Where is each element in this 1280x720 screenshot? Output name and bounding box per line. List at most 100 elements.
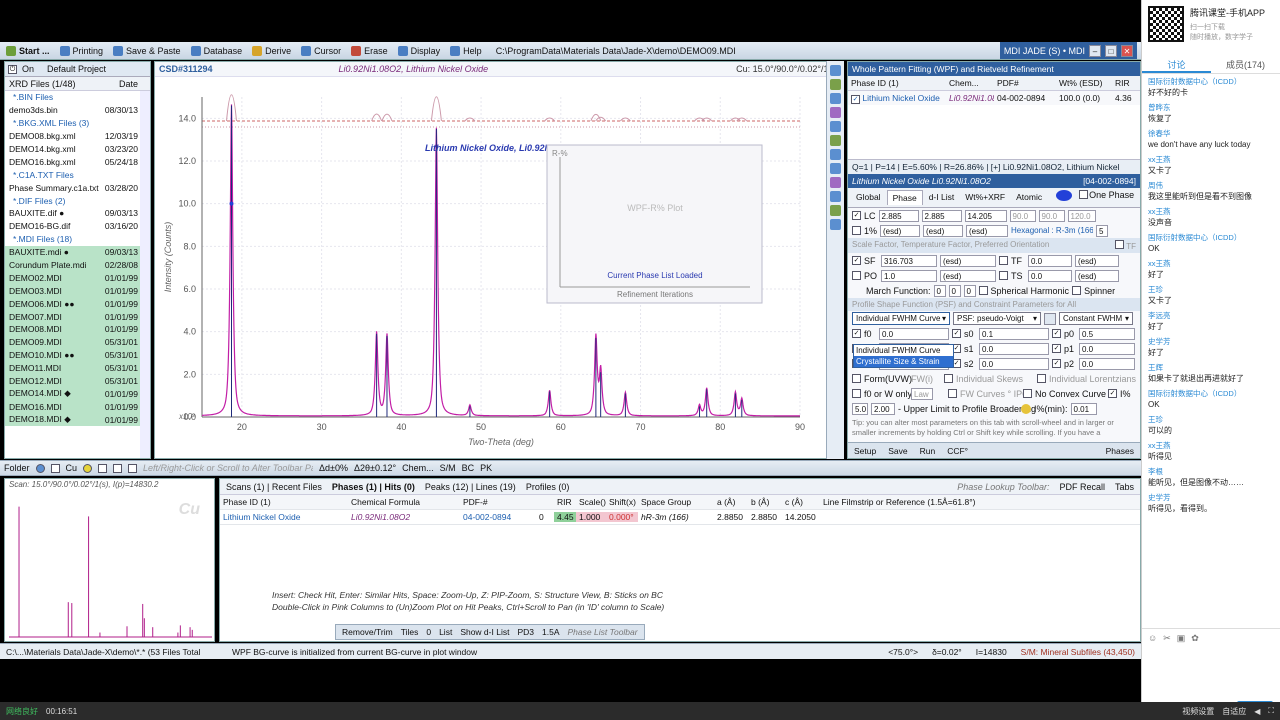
file-row[interactable]: DEMO06.MDI ●● 01/01/99 (5, 297, 150, 311)
param-field[interactable]: 0.0 (979, 342, 1049, 355)
ts-checkbox[interactable] (999, 271, 1008, 280)
tabs-button[interactable]: Tabs (1115, 482, 1134, 492)
folder-button[interactable]: Folder (4, 463, 30, 473)
close-button[interactable]: ✕ (1121, 45, 1133, 57)
chat-author[interactable]: xx王燕 (1148, 154, 1274, 165)
constant-fwhm-dropdown[interactable]: Constant FWHM ▾ (1059, 312, 1133, 325)
chat-author[interactable]: xx王燕 (1148, 258, 1274, 269)
param-field[interactable]: 0.0 (1079, 357, 1135, 370)
chat-author[interactable]: xx王燕 (1148, 440, 1274, 451)
col-pdf[interactable]: PDF# (994, 78, 1056, 88)
file-row[interactable]: BAUXITE.mdi ● 09/03/13 (5, 245, 150, 259)
phase-col-header[interactable]: Phase ID (1) (220, 497, 348, 507)
lorentz-checkbox[interactable] (1036, 374, 1046, 383)
sf-checkbox[interactable]: ✓ (852, 256, 861, 265)
tool-icon[interactable] (830, 205, 841, 216)
phase-col-header[interactable]: Chemical Formula (348, 497, 460, 507)
tool-icon[interactable] (830, 163, 841, 174)
param-checkbox[interactable]: ✓ (1052, 359, 1061, 368)
ts-field[interactable]: 0.0 (1028, 269, 1072, 282)
file-row[interactable]: DEMO14.MDI ◆ 01/01/99 (5, 387, 150, 401)
tab-scans[interactable]: Scans (1) | Recent Files (226, 482, 322, 492)
menu-save-paste[interactable]: Save & Paste (111, 43, 187, 58)
file-group[interactable]: .BIN Files (5, 91, 150, 104)
filter-icon[interactable] (50, 463, 60, 473)
tool-icon[interactable] (830, 177, 841, 188)
menu-display[interactable]: Display (396, 43, 447, 58)
col-rir[interactable]: RIR (1112, 78, 1138, 88)
delta-2theta-control[interactable]: Δ2θ±0.12° (354, 463, 396, 473)
file-row[interactable]: DEMO08.MDI 01/01/99 (5, 323, 150, 336)
menu-derive[interactable]: Derive (250, 43, 297, 58)
grid-icon[interactable] (98, 463, 108, 473)
col-files[interactable]: XRD Files (1/48) (9, 79, 76, 89)
lc-beta-field[interactable]: 90.0 (1038, 209, 1065, 222)
remove-trim-button[interactable]: Remove/Trim (342, 627, 393, 637)
xrd-plot[interactable]: 20 30 40 50 60 70 80 900.02.04.06.08.010.012.01… (155, 77, 844, 459)
phase-col-header[interactable]: c (Å) (782, 497, 820, 507)
option-crystallite-size[interactable]: Crystallite Size & Strain (854, 356, 953, 367)
tab-wtxrf[interactable]: Wt%+XRF (960, 190, 1010, 205)
file-row[interactable]: DEMO18.MDI ◆ 01/01/99 (5, 413, 150, 427)
tab-phases[interactable]: Phases (1) | Hits (0) (332, 482, 415, 492)
tf-checkbox[interactable] (1115, 240, 1125, 249)
option-individual-fwhm[interactable]: Individual FWHM Curve (854, 345, 953, 356)
refresh-icon[interactable] (35, 463, 45, 473)
tool-icon[interactable] (830, 93, 841, 104)
emoji-icon[interactable]: ☺ (1148, 633, 1157, 644)
lc-alpha-field[interactable]: 90.0 (1009, 209, 1036, 222)
bc-button[interactable]: BC (462, 463, 475, 473)
lamp-icon[interactable] (83, 463, 93, 473)
phase-col-header[interactable]: Line Filmstrip or Reference (1.5Å=61.8°) (820, 497, 1108, 507)
file-row[interactable]: BAUXITE.dif ● 09/03/13 (5, 207, 150, 220)
lc-checkbox[interactable]: ✓ (852, 211, 861, 220)
minimize-button[interactable]: – (1089, 45, 1101, 57)
file-row[interactable]: DEMO16.bkg.xml 05/24/18 (5, 155, 150, 168)
cu-button[interactable]: Cu (66, 463, 78, 473)
tab-members[interactable]: 成员(174) (1211, 56, 1280, 73)
tab-discussion[interactable]: 讨论 (1142, 56, 1211, 73)
space-group-label[interactable]: Hexagonal : R-3m (166) ● 1/... (1011, 226, 1093, 235)
fwcurves-checkbox[interactable] (948, 389, 957, 398)
lock-icon[interactable] (1021, 403, 1031, 414)
file-row[interactable]: DEMO09.MDI 05/31/01 (5, 335, 150, 349)
phase-table-row[interactable]: Lithium Nickel Oxide Li0.92Ni1.08O2 04-002… (220, 510, 1140, 525)
chat-author[interactable]: 李根 (1148, 466, 1274, 477)
phase-col-header[interactable]: RIR (554, 497, 576, 507)
chat-author[interactable]: 史学芳 (1148, 336, 1274, 347)
grid-icon[interactable] (113, 463, 123, 473)
chat-author[interactable]: 国际衍射数据中心（ICDD） (1148, 388, 1274, 399)
file-row[interactable]: Phase Summary.c1a.txt 03/28/20 (5, 181, 150, 194)
fullscreen-icon[interactable]: ⛶ (1268, 706, 1274, 716)
video-settings-button[interactable]: 视频设置 (1182, 706, 1214, 717)
phase-col-header[interactable]: a (Å) (714, 497, 748, 507)
file-group[interactable]: .DIF Files (2) (5, 194, 150, 207)
pd3-button[interactable]: PD3 (517, 627, 534, 637)
run-button[interactable]: Run (920, 446, 936, 456)
tf-field[interactable]: 0.0 (1028, 254, 1072, 267)
info-icon[interactable] (830, 219, 841, 230)
lock-icon[interactable] (1044, 312, 1056, 325)
maximize-button[interactable]: □ (1105, 45, 1117, 57)
tab-profiles[interactable]: Profiles (0) (526, 482, 570, 492)
file-row[interactable]: DEMO07.MDI 01/01/99 (5, 310, 150, 324)
file-group[interactable]: .MDI Files (18) (5, 233, 150, 246)
file-group[interactable]: .BKG.XML Files (3) (5, 117, 150, 130)
tab-peaks[interactable]: Peaks (12) | Lines (19) (425, 482, 516, 492)
file-row[interactable]: DEMO03.MDI 01/01/99 (5, 284, 150, 298)
po-checkbox[interactable] (852, 271, 861, 280)
col-chem[interactable]: Chem... (946, 78, 994, 88)
sm-button[interactable]: S/M (440, 463, 456, 473)
tab-phase[interactable]: Phase (886, 190, 923, 205)
chat-author[interactable]: 王珍 (1148, 414, 1274, 425)
delta-d-control[interactable]: Δd±0% (319, 463, 348, 473)
file-row[interactable]: DEMO16-BG.dif 03/16/20 (5, 220, 150, 233)
file-row[interactable]: DEMO16.MDI 01/01/99 (5, 400, 150, 414)
param-field[interactable]: 0.0 (1079, 342, 1135, 355)
chat-author[interactable]: 国际衍射数据中心（ICDD） (1148, 76, 1274, 87)
param-field[interactable]: 0.0 (879, 327, 949, 340)
param-field[interactable]: 0.0 (979, 357, 1049, 370)
tab-dilist[interactable]: d-I List (924, 190, 960, 205)
param-checkbox[interactable]: ✓ (1052, 329, 1061, 338)
phase-col-header[interactable]: PDF-# (460, 497, 518, 507)
